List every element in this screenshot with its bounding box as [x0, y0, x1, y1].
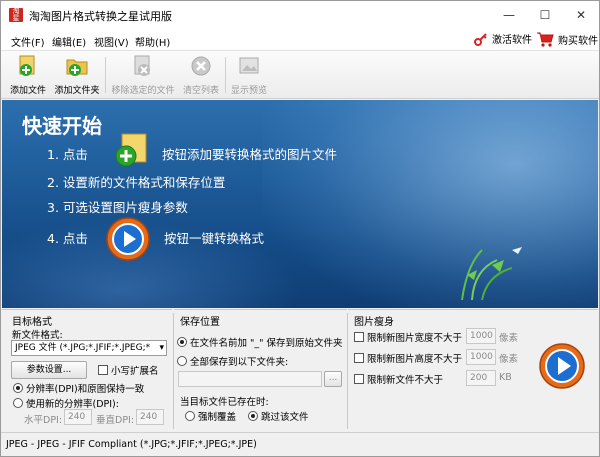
skip-label: 跳过该文件: [261, 412, 309, 423]
toolbar: 添加文件 添加文件夹 移除选定的文件 清空列表 显示预览: [1, 51, 599, 99]
save-all-label: 全部保存到以下文件夹:: [190, 357, 289, 368]
save-location-title: 保存位置: [180, 317, 220, 328]
menu-help[interactable]: 帮助(H): [135, 34, 170, 49]
overwrite-label: 强制覆盖: [198, 412, 237, 423]
image-slim-panel: 图片瘦身 限制新图片宽度不大于 1000 像素 限制新图片高度不大于 1000 …: [348, 309, 598, 432]
format-select[interactable]: JPEG 文件 (*.JPG;*.JFIF;*.JPEG;* ▾: [11, 340, 167, 356]
settings-button[interactable]: 参数设置...: [11, 361, 87, 379]
app-logo-icon: 淘星: [9, 8, 23, 22]
h-dpi-label: 水平DPI:: [24, 415, 63, 426]
status-bar: JPEG - JPEG - JFIF Compliant (*.JPG;*.JF…: [1, 432, 599, 456]
menu-file[interactable]: 文件(F): [11, 34, 45, 49]
dpi-new-radio[interactable]: [13, 398, 23, 408]
window-title: 淘淘图片格式转换之星试用版: [29, 10, 172, 23]
step-3-text: 3. 可选设置图片瘦身参数: [47, 200, 188, 215]
step-1-text: 1. 点击: [47, 147, 88, 162]
close-button[interactable]: ✕: [561, 1, 600, 29]
buy-label: 购买软件: [558, 35, 598, 47]
menu-bar: 文件(F) 编辑(E) 视图(V) 帮助(H) 激活软件 购买软件: [1, 29, 599, 51]
add-file-large-icon: [115, 133, 147, 167]
start-convert-large-icon: [106, 217, 150, 261]
activate-software-link[interactable]: 激活软件: [474, 31, 532, 46]
preview-icon: [239, 57, 259, 74]
dpi-keep-label: 分辨率(DPI)和原图保持一致: [26, 384, 145, 395]
save-all-radio[interactable]: [177, 356, 187, 366]
remove-file-icon: [134, 55, 150, 76]
toolbar-separator: [105, 57, 106, 93]
h-dpi-input[interactable]: 240: [64, 409, 92, 425]
step-4-tail: 按钮一键转换格式: [164, 231, 265, 246]
show-preview-button[interactable]: 显示预览: [229, 55, 269, 97]
new-format-label: 新文件格式:: [12, 330, 63, 341]
add-file-icon: [19, 55, 35, 76]
step-1-tail: 按钮添加要转换格式的图片文件: [162, 147, 338, 162]
format-value: JPEG 文件 (*.JPG;*.JFIF;*.JPEG;*: [15, 343, 151, 353]
lowercase-ext-label: 小写扩展名: [111, 366, 159, 377]
app-window: 淘星 淘淘图片格式转换之星试用版 — ☐ ✕ 文件(F) 编辑(E) 视图(V)…: [0, 0, 600, 457]
save-prefix-radio[interactable]: [177, 337, 187, 347]
v-dpi-input[interactable]: 240: [136, 409, 164, 425]
start-convert-button[interactable]: [538, 342, 586, 390]
key-icon: [474, 32, 487, 46]
exists-label: 当目标文件已存在时:: [180, 397, 269, 408]
v-dpi-label: 垂直DPI:: [96, 415, 135, 426]
limit-size-input[interactable]: 200: [466, 370, 496, 386]
quick-start-title: 快速开始: [22, 114, 102, 138]
toolbar-separator: [225, 57, 226, 93]
add-file-button[interactable]: 添加文件: [8, 55, 48, 97]
remove-selected-button[interactable]: 移除选定的文件: [109, 55, 177, 97]
step-2-text: 2. 设置新的文件格式和保存位置: [47, 175, 226, 190]
status-text: JPEG - JPEG - JFIF Compliant (*.JPG;*.JF…: [6, 439, 257, 450]
image-slim-title: 图片瘦身: [354, 317, 394, 328]
overwrite-radio[interactable]: [185, 411, 195, 421]
target-format-panel: 目标格式 新文件格式: JPEG 文件 (*.JPG;*.JFIF;*.JPEG…: [2, 309, 172, 432]
skip-radio[interactable]: [248, 411, 258, 421]
add-file-label: 添加文件: [9, 86, 46, 96]
minimize-button[interactable]: —: [489, 1, 529, 29]
add-folder-button[interactable]: 添加文件夹: [53, 55, 101, 97]
clear-list-label: 清空列表: [182, 86, 219, 96]
step-4-text: 4. 点击: [47, 231, 88, 246]
remove-selected-label: 移除选定的文件: [111, 86, 175, 96]
dpi-keep-radio[interactable]: [13, 383, 23, 393]
save-prefix-label: 在文件名前加 "_" 保存到原始文件夹: [190, 338, 343, 349]
grass-decoration: [461, 247, 522, 300]
add-folder-label: 添加文件夹: [54, 86, 100, 96]
limit-width-label: 限制新图片宽度不大于: [367, 333, 463, 344]
lowercase-ext-checkbox[interactable]: [98, 365, 108, 375]
activate-label: 激活软件: [492, 35, 532, 46]
maximize-button[interactable]: ☐: [525, 1, 565, 29]
save-location-panel: 保存位置 在文件名前加 "_" 保存到原始文件夹 全部保存到以下文件夹: ...…: [174, 309, 347, 432]
buy-software-link[interactable]: 购买软件: [536, 31, 598, 47]
show-preview-label: 显示预览: [230, 86, 267, 96]
limit-size-label: 限制新文件不大于: [367, 375, 444, 386]
limit-width-checkbox[interactable]: [354, 332, 364, 342]
menu-view[interactable]: 视图(V): [94, 34, 129, 49]
chevron-down-icon: ▾: [159, 343, 164, 353]
limit-height-checkbox[interactable]: [354, 353, 364, 363]
save-folder-input[interactable]: [178, 371, 322, 387]
limit-width-input[interactable]: 1000: [466, 328, 496, 344]
target-format-title: 目标格式: [12, 317, 52, 328]
menu-edit[interactable]: 编辑(E): [52, 34, 86, 49]
add-folder-icon: [66, 59, 88, 76]
limit-height-label: 限制新图片高度不大于: [367, 354, 463, 365]
quick-start-banner: 快速开始 1. 点击 按钮添加要转换格式的图片文件 2. 设置新的文件格式和保存…: [2, 100, 598, 308]
browse-button[interactable]: ...: [324, 371, 342, 387]
limit-size-unit: KB: [499, 372, 512, 383]
limit-width-unit: 像素: [499, 333, 519, 344]
dpi-new-label: 使用新的分辨率(DPI):: [26, 399, 119, 410]
title-bar: 淘星 淘淘图片格式转换之星试用版 — ☐ ✕: [1, 1, 599, 29]
cart-icon: [537, 32, 554, 47]
limit-height-unit: 像素: [499, 354, 519, 365]
clear-list-icon: [191, 56, 211, 76]
clear-list-button[interactable]: 清空列表: [179, 55, 223, 97]
limit-height-input[interactable]: 1000: [466, 349, 496, 365]
limit-size-checkbox[interactable]: [354, 374, 364, 384]
